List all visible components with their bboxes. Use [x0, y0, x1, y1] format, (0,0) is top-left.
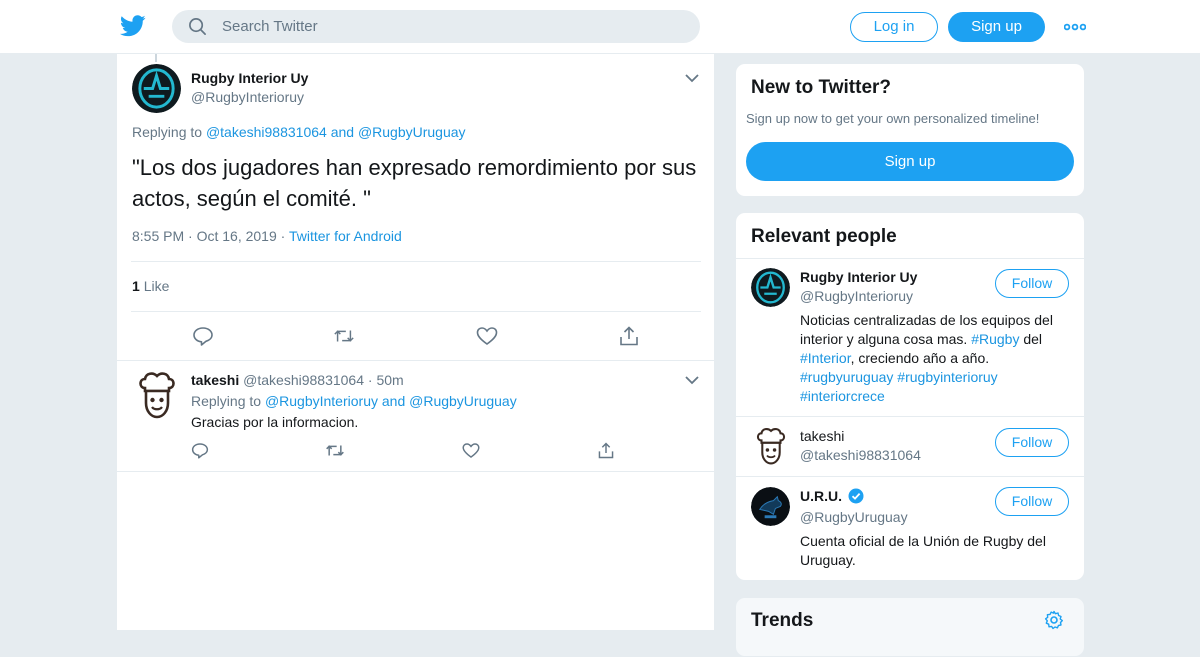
divider	[736, 476, 1084, 477]
replying-user-link[interactable]: @RugbyUruguay	[409, 393, 517, 409]
reply-header: takeshi @takeshi98831064 · 50m	[191, 372, 404, 388]
bio-text: del	[1023, 331, 1043, 347]
tweet-text: "Los dos jugadores han expresado remordi…	[132, 155, 697, 211]
new-to-twitter-card: New to Twitter? Sign up now to get your …	[735, 63, 1085, 197]
person-handle[interactable]: @RugbyInterioruy	[800, 288, 913, 304]
retweet-icon[interactable]	[325, 442, 345, 459]
tweet-date[interactable]: Oct 16, 2019	[197, 228, 277, 244]
like-icon[interactable]	[462, 442, 480, 459]
search-icon	[189, 18, 206, 35]
login-button[interactable]: Log in	[850, 12, 938, 42]
top-bar: Log in Sign up	[0, 0, 1200, 54]
reply-author-name[interactable]: takeshi	[191, 372, 239, 388]
divider	[736, 416, 1084, 417]
new-to-twitter-title: New to Twitter?	[751, 77, 892, 98]
retweet-icon[interactable]	[333, 326, 355, 346]
chef-avatar-icon	[756, 428, 786, 465]
share-icon[interactable]	[618, 326, 640, 346]
avatar[interactable]	[751, 487, 790, 526]
replying-user-link[interactable]: @takeshi98831064	[206, 124, 327, 140]
more-icon[interactable]	[1064, 20, 1086, 34]
follow-button[interactable]: Follow	[995, 487, 1069, 516]
search-input[interactable]	[222, 10, 682, 43]
meta-separator: ·	[280, 228, 289, 244]
twitter-bird-icon[interactable]	[120, 14, 146, 38]
divider	[736, 258, 1084, 259]
person-bio: Noticias centralizadas de los equipos de…	[800, 311, 1072, 406]
divider	[131, 311, 701, 312]
sidebar-signup-button[interactable]: Sign up	[746, 142, 1074, 181]
main-timeline: Rugby Interior Uy @RugbyInterioruy Reply…	[116, 54, 716, 630]
thread-line	[155, 54, 157, 62]
like-label: Like	[143, 278, 170, 294]
divider	[131, 261, 701, 262]
hashtag-link[interactable]: #Rugby	[971, 331, 1019, 347]
chef-avatar-icon	[139, 372, 175, 419]
gear-icon[interactable]	[1044, 610, 1064, 630]
follow-button[interactable]: Follow	[995, 269, 1069, 298]
person-name[interactable]: Rugby Interior Uy	[800, 269, 917, 285]
tweet-author-handle[interactable]: @RugbyInterioruy	[191, 89, 304, 105]
person-bio: Cuenta oficial de la Unión de Rugby del …	[800, 533, 1046, 568]
replying-to: Replying to @RugbyInterioruy and @RugbyU…	[191, 393, 517, 409]
uru-crow-logo-icon	[751, 487, 790, 526]
divider	[117, 360, 716, 361]
reply-age[interactable]: 50m	[376, 372, 403, 388]
tweet-meta: 8:55 PM · Oct 16, 2019 · Twitter for And…	[132, 228, 402, 244]
follow-button[interactable]: Follow	[995, 428, 1069, 457]
meta-separator: ·	[188, 228, 197, 244]
signup-button[interactable]: Sign up	[948, 12, 1045, 42]
hashtag-link[interactable]: #rugbyuruguay	[800, 369, 893, 385]
replying-prefix: Replying to	[191, 393, 262, 409]
person-handle[interactable]: @RugbyUruguay	[800, 509, 908, 525]
replying-to: Replying to @takeshi98831064 and @RugbyU…	[132, 124, 466, 140]
person-name-text: U.R.U.	[800, 488, 842, 504]
chevron-down-icon[interactable]	[685, 73, 699, 83]
share-icon[interactable]	[597, 442, 615, 459]
replying-user-link[interactable]: @RugbyInterioruy	[265, 393, 378, 409]
reply-author-handle[interactable]: @takeshi98831064	[243, 372, 364, 388]
like-count: 1	[132, 278, 140, 294]
hashtag-link[interactable]: #rugbyinterioruy	[897, 369, 997, 385]
replying-prefix: Replying to	[132, 124, 203, 140]
reply-icon[interactable]	[192, 326, 214, 346]
rugby-interior-logo-icon	[132, 64, 181, 113]
replying-user-link[interactable]: @RugbyUruguay	[358, 124, 466, 140]
like-stats[interactable]: 1 Like	[132, 278, 169, 294]
reply-text: Gracias por la informacion.	[191, 414, 359, 430]
trends-card: Trends	[735, 597, 1085, 657]
chevron-down-icon[interactable]	[685, 375, 699, 385]
search-box[interactable]	[172, 10, 700, 43]
avatar[interactable]	[132, 64, 181, 113]
replying-and: and	[330, 124, 355, 140]
hashtag-link[interactable]: #interiorcrece	[800, 388, 885, 404]
trends-title: Trends	[751, 610, 814, 631]
avatar[interactable]	[752, 426, 790, 466]
reply-icon[interactable]	[191, 442, 209, 459]
rugby-interior-logo-icon	[751, 268, 790, 307]
person-name[interactable]: takeshi	[800, 428, 844, 444]
relevant-people-card: Relevant people Rugby Interior Uy @Rugby…	[735, 212, 1085, 581]
new-to-twitter-subtitle: Sign up now to get your own personalized…	[746, 111, 1040, 126]
like-icon[interactable]	[476, 326, 498, 346]
person-name[interactable]: U.R.U.	[800, 488, 864, 504]
relevant-people-title: Relevant people	[751, 226, 897, 247]
avatar[interactable]	[133, 370, 181, 420]
replying-and: and	[381, 393, 406, 409]
avatar[interactable]	[751, 268, 790, 307]
person-handle[interactable]: @takeshi98831064	[800, 447, 921, 463]
tweet-author-name[interactable]: Rugby Interior Uy	[191, 70, 308, 86]
tweet-time[interactable]: 8:55 PM	[132, 228, 184, 244]
tweet-source-link[interactable]: Twitter for Android	[289, 228, 402, 244]
hashtag-link[interactable]: #Interior	[800, 350, 851, 366]
verified-icon	[848, 488, 864, 504]
bio-text: , creciendo año a año.	[850, 350, 990, 366]
divider	[117, 471, 716, 472]
